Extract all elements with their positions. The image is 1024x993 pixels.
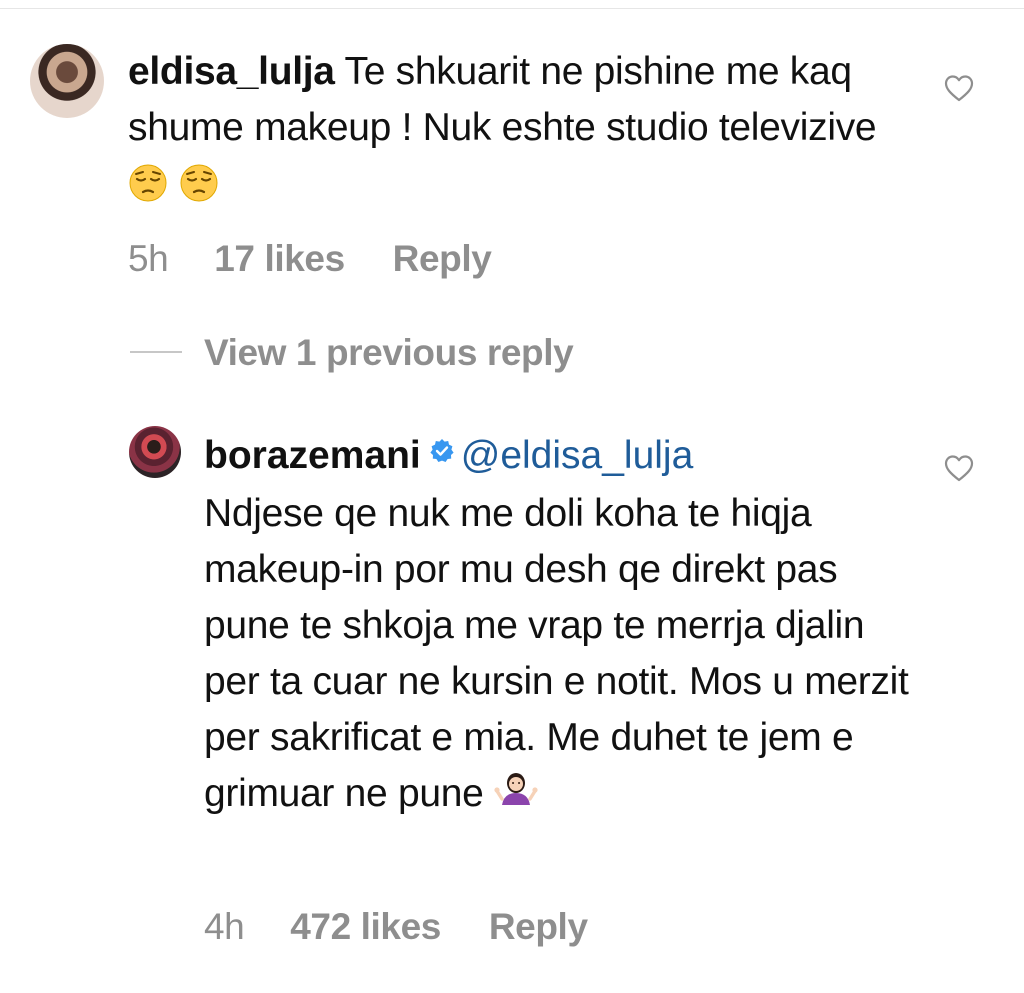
replies-divider-line (130, 351, 182, 353)
comment-time: 5h (128, 238, 169, 279)
view-replies-label[interactable]: View 1 previous reply (204, 332, 574, 373)
comment-text: Ndjese qe nuk me doli koha te hiqja make… (204, 492, 909, 815)
like-heart-icon[interactable] (944, 74, 974, 102)
reply-header: borazemani @eldisa_lulja (204, 424, 693, 484)
comment-username[interactable]: borazemani (204, 434, 421, 477)
comment-meta: 5h 17 likes Reply (128, 238, 492, 280)
comment-body: Ndjese qe nuk me doli koha te hiqja make… (204, 486, 924, 829)
reply-button[interactable]: Reply (489, 906, 588, 947)
view-previous-replies[interactable]: View 1 previous reply (130, 332, 574, 374)
comment-body: eldisa_lulja Te shkuarit ne pishine me k… (128, 44, 888, 219)
comment-meta: 4h 472 likes Reply (204, 906, 588, 948)
pensive-face-icon (128, 163, 168, 219)
like-heart-icon[interactable] (944, 454, 974, 482)
reply-button[interactable]: Reply (393, 238, 492, 279)
avatar[interactable] (30, 44, 104, 118)
mention-link[interactable]: @eldisa_lulja (461, 434, 694, 477)
comment-time: 4h (204, 906, 245, 947)
verified-badge-icon (429, 424, 455, 462)
likes-count-button[interactable]: 472 likes (290, 906, 441, 947)
avatar[interactable] (129, 426, 181, 478)
likes-count-button[interactable]: 17 likes (214, 238, 345, 279)
pensive-face-icon (179, 163, 219, 219)
comment-username[interactable]: eldisa_lulja (128, 50, 335, 93)
woman-shrugging-icon (494, 769, 538, 829)
top-divider (0, 8, 1024, 9)
